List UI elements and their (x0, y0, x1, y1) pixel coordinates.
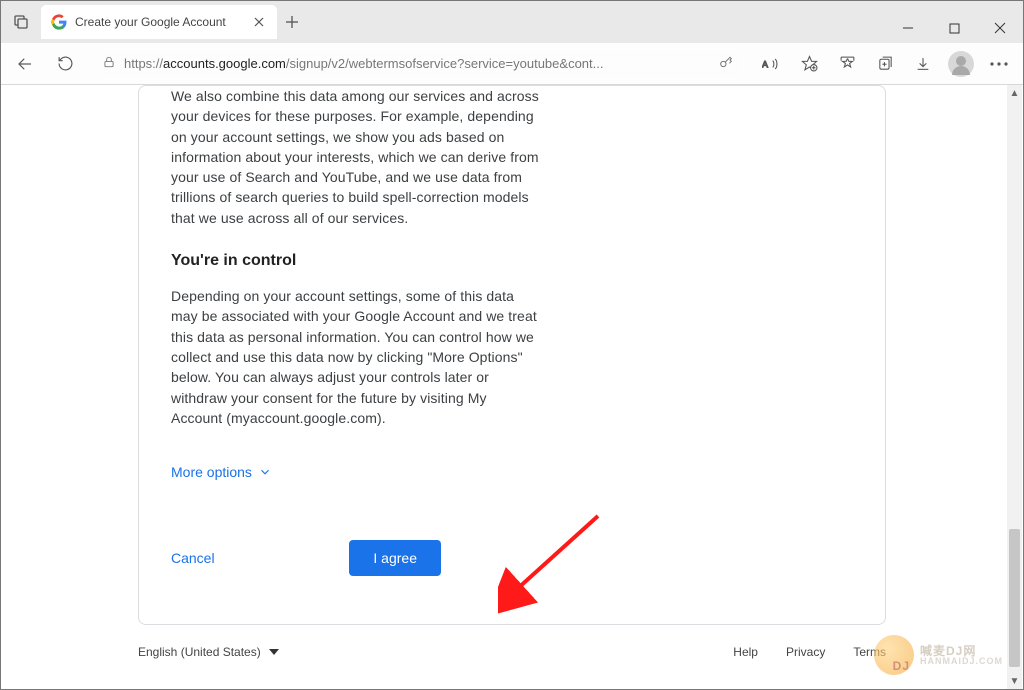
action-row: Cancel I agree (171, 540, 541, 576)
window-minimize-button[interactable] (885, 13, 931, 43)
language-label: English (United States) (138, 645, 261, 659)
google-favicon-icon (51, 14, 67, 30)
scroll-up-button[interactable]: ▲ (1007, 85, 1022, 101)
password-key-icon[interactable] (718, 54, 734, 73)
chevron-down-icon (258, 465, 272, 479)
more-options-label: More options (171, 464, 252, 480)
refresh-button[interactable] (47, 48, 83, 80)
caret-down-icon (269, 649, 279, 655)
page-footer: English (United States) Help Privacy Ter… (138, 645, 886, 659)
window-maximize-button[interactable] (931, 13, 977, 43)
tab-actions-button[interactable] (1, 1, 41, 43)
browser-tab[interactable]: Create your Google Account (41, 5, 277, 39)
page-viewport: We also combine this data among our serv… (1, 85, 1023, 689)
vertical-scrollbar[interactable]: ▲ ▼ (1007, 85, 1022, 689)
avatar-icon (948, 51, 974, 77)
lock-icon (102, 55, 116, 72)
address-bar[interactable]: https://accounts.google.com/signup/v2/we… (91, 49, 745, 79)
more-options-button[interactable]: More options (171, 464, 541, 480)
svg-text:A: A (762, 59, 768, 69)
url-text: https://accounts.google.com/signup/v2/we… (124, 56, 710, 71)
new-tab-button[interactable] (277, 5, 307, 39)
browser-toolbar: https://accounts.google.com/signup/v2/we… (1, 43, 1023, 85)
combine-data-paragraph: We also combine this data among our serv… (171, 86, 541, 228)
control-paragraph: Depending on your account settings, some… (171, 286, 541, 428)
signup-card: We also combine this data among our serv… (138, 85, 886, 625)
favorites-button[interactable] (829, 48, 865, 80)
profile-button[interactable] (943, 48, 979, 80)
youre-in-control-heading: You're in control (171, 252, 541, 270)
i-agree-button[interactable]: I agree (349, 540, 441, 576)
scroll-down-button[interactable]: ▼ (1007, 673, 1022, 689)
tab-close-button[interactable] (251, 14, 267, 30)
add-favorite-button[interactable] (791, 48, 827, 80)
browser-titlebar: Create your Google Account (1, 1, 1023, 43)
scroll-thumb[interactable] (1009, 529, 1020, 667)
help-link[interactable]: Help (733, 645, 758, 659)
language-selector[interactable]: English (United States) (138, 645, 279, 659)
tab-title: Create your Google Account (75, 15, 251, 29)
read-aloud-button[interactable]: A (753, 48, 789, 80)
terms-link[interactable]: Terms (853, 645, 886, 659)
more-menu-button[interactable] (981, 48, 1017, 80)
cancel-button[interactable]: Cancel (171, 550, 215, 566)
privacy-link[interactable]: Privacy (786, 645, 825, 659)
downloads-button[interactable] (905, 48, 941, 80)
window-close-button[interactable] (977, 13, 1023, 43)
back-button[interactable] (7, 48, 43, 80)
collections-button[interactable] (867, 48, 903, 80)
